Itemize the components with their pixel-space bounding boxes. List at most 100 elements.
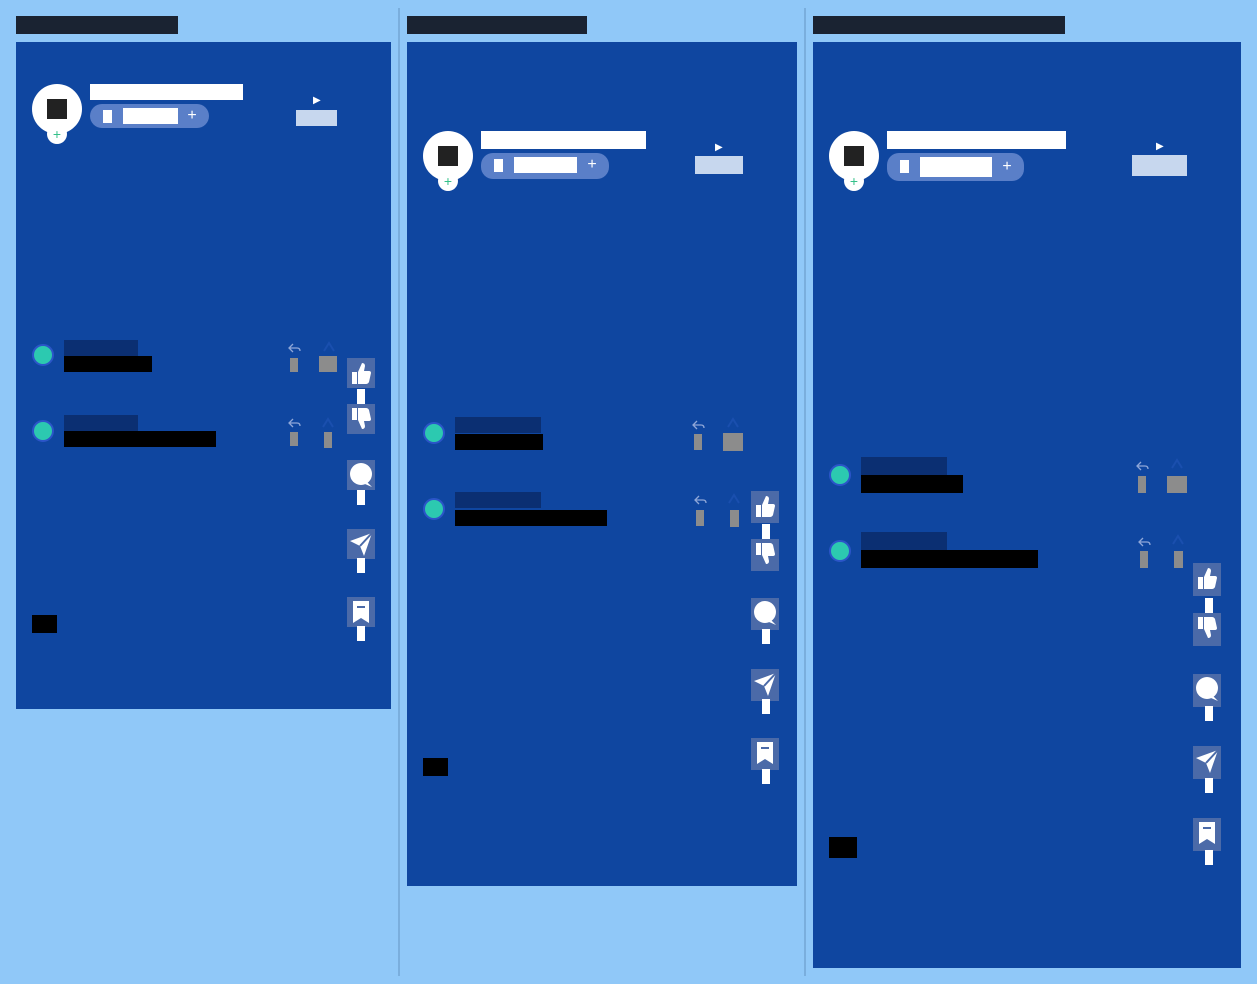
thumbs-up-icon <box>352 363 371 384</box>
avatar-image <box>47 99 67 119</box>
music-thumbnail[interactable] <box>695 156 743 174</box>
bookmark-icon <box>757 742 773 764</box>
dislike-button[interactable] <box>347 404 375 434</box>
comment-button[interactable] <box>1193 674 1221 707</box>
share-button[interactable] <box>751 669 779 701</box>
panel-title-bar <box>407 16 587 34</box>
thumbs-up-icon <box>1198 568 1217 589</box>
reply-icon[interactable] <box>1135 460 1149 472</box>
comment-text <box>861 475 963 493</box>
comment-author <box>455 417 541 433</box>
music-icon: ▶ <box>715 142 723 153</box>
share-count <box>1205 778 1213 793</box>
comment-button[interactable] <box>751 598 779 630</box>
lock-icon <box>728 493 740 504</box>
reply-count <box>1138 476 1146 493</box>
comment-count <box>762 629 770 644</box>
creator-name <box>887 131 1066 149</box>
reply-icon[interactable] <box>693 494 707 506</box>
lock-body <box>319 356 337 372</box>
comment-button[interactable] <box>347 460 375 490</box>
plus-icon: + <box>587 156 597 173</box>
follow-icon <box>103 110 112 123</box>
music-thumbnail[interactable] <box>1132 155 1187 176</box>
share-button[interactable] <box>1193 746 1221 779</box>
like-button[interactable] <box>1193 563 1221 596</box>
reply-count <box>696 510 704 526</box>
avatar-image <box>844 146 864 166</box>
add-icon[interactable]: + <box>438 171 458 191</box>
comment-author <box>861 532 947 550</box>
lock-icon <box>1171 458 1183 469</box>
column-divider <box>804 8 806 976</box>
add-icon[interactable]: + <box>844 171 864 191</box>
like-button[interactable] <box>751 491 779 523</box>
video-caption <box>32 615 57 633</box>
reply-count <box>290 358 298 372</box>
follow-button[interactable]: + <box>90 104 209 128</box>
comment-author <box>64 415 138 431</box>
commenter-avatar[interactable] <box>829 540 851 562</box>
follow-button[interactable]: + <box>887 153 1024 181</box>
dislike-button[interactable] <box>751 539 779 571</box>
dislike-button[interactable] <box>1193 613 1221 646</box>
paper-plane-icon <box>1196 749 1219 773</box>
follow-label <box>514 157 577 173</box>
video-caption <box>829 837 857 858</box>
comment-text <box>455 434 543 450</box>
panel-title-bar <box>16 16 178 34</box>
thumbs-up-icon <box>756 496 775 517</box>
lock-body <box>1174 551 1183 568</box>
comment-author <box>861 457 947 475</box>
lock-icon <box>727 417 739 428</box>
save-count <box>762 769 770 784</box>
music-thumbnail[interactable] <box>296 110 337 126</box>
comment-count <box>1205 706 1213 721</box>
share-count <box>762 699 770 714</box>
reply-count <box>694 434 702 450</box>
plus-icon: + <box>1002 158 1012 175</box>
music-icon: ▶ <box>1156 141 1164 152</box>
music-icon: ▶ <box>313 95 321 106</box>
save-count <box>357 626 365 641</box>
lock-icon <box>1172 534 1184 545</box>
creator-name <box>481 131 646 149</box>
lock-body <box>1167 476 1187 493</box>
commenter-avatar[interactable] <box>32 420 54 442</box>
avatar-image <box>438 146 458 166</box>
video-panel: + + ▶ <box>407 42 797 886</box>
comment-author <box>64 340 138 356</box>
paper-plane-icon <box>754 672 777 696</box>
thumbs-down-icon <box>352 408 371 429</box>
commenter-avatar[interactable] <box>423 498 445 520</box>
comment-count <box>357 490 365 505</box>
save-count <box>1205 850 1213 865</box>
add-icon[interactable]: + <box>47 124 67 144</box>
bookmark-icon <box>1199 822 1215 844</box>
commenter-avatar[interactable] <box>32 344 54 366</box>
panel-title-bar <box>813 16 1065 34</box>
follow-icon <box>494 159 503 172</box>
commenter-avatar[interactable] <box>829 464 851 486</box>
comment-author <box>455 492 541 508</box>
save-button[interactable] <box>1193 818 1221 851</box>
comment-text <box>64 431 216 447</box>
commenter-avatar[interactable] <box>423 422 445 444</box>
reply-icon[interactable] <box>691 419 705 431</box>
save-button[interactable] <box>751 738 779 770</box>
like-button[interactable] <box>347 358 375 388</box>
reply-icon[interactable] <box>287 417 301 429</box>
share-count <box>357 558 365 573</box>
reply-icon[interactable] <box>287 342 301 354</box>
comment-bubble-icon <box>754 601 776 625</box>
comment-text <box>861 550 1038 568</box>
follow-button[interactable]: + <box>481 153 609 179</box>
comment-text <box>455 510 607 526</box>
share-button[interactable] <box>347 529 375 559</box>
plus-icon: + <box>187 107 197 124</box>
video-caption <box>423 758 448 776</box>
comment-bubble-icon <box>350 463 372 487</box>
save-button[interactable] <box>347 597 375 627</box>
video-panel: + + ▶ <box>813 42 1241 968</box>
reply-icon[interactable] <box>1137 536 1151 548</box>
